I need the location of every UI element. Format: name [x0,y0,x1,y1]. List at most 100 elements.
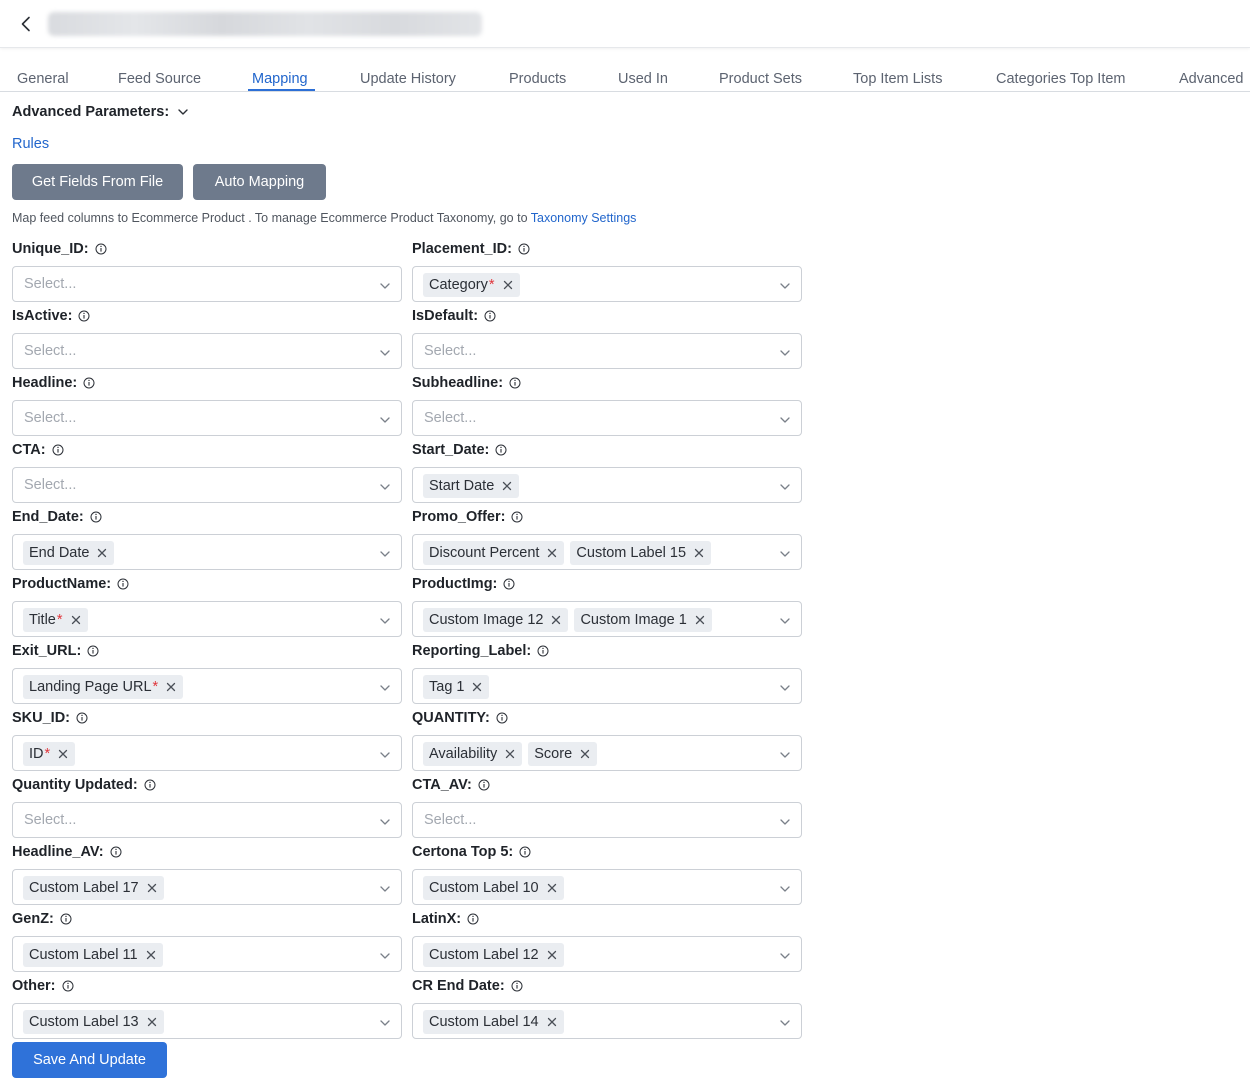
info-circle-icon[interactable] [60,913,72,925]
close-icon[interactable] [579,748,591,760]
promo-offer-select[interactable]: Discount Percent Custom Label 15 [412,534,802,570]
chevron-down-icon[interactable] [779,413,791,425]
info-circle-icon[interactable] [83,377,95,389]
reporting-label-select[interactable]: Tag 1 [412,668,802,704]
close-icon[interactable] [96,547,108,559]
close-icon[interactable] [502,279,514,291]
info-circle-icon[interactable] [117,578,129,590]
rules-link[interactable]: Rules [12,136,49,152]
chevron-down-icon[interactable] [379,949,391,961]
info-circle-icon[interactable] [509,377,521,389]
subheadline-select[interactable]: Select... [412,400,802,436]
chevron-down-icon[interactable] [379,614,391,626]
tab-categories-top-item[interactable]: Categories Top Item [996,71,1126,87]
cta-av-select[interactable]: Select... [412,802,802,838]
chevron-down-icon[interactable] [779,1016,791,1028]
productimg-select[interactable]: Custom Image 12 Custom Image 1 [412,601,802,637]
close-icon[interactable] [546,882,558,894]
close-icon[interactable] [501,480,513,492]
close-icon[interactable] [504,748,516,760]
tab-advanced[interactable]: Advanced [1179,71,1244,87]
chevron-down-icon[interactable] [379,279,391,291]
info-circle-icon[interactable] [496,712,508,724]
headline-select[interactable]: Select... [12,400,402,436]
close-icon[interactable] [693,547,705,559]
tab-feed-source[interactable]: Feed Source [118,71,201,87]
latinx-select[interactable]: Custom Label 12 [412,936,802,972]
tab-used-in[interactable]: Used In [618,71,668,87]
quantity-updated-select[interactable]: Select... [12,802,402,838]
chevron-down-icon[interactable] [779,681,791,693]
chevron-down-icon[interactable] [379,681,391,693]
close-icon[interactable] [57,748,69,760]
close-icon[interactable] [546,547,558,559]
info-circle-icon[interactable] [484,310,496,322]
info-circle-icon[interactable] [518,243,530,255]
chevron-down-icon[interactable] [379,413,391,425]
close-icon[interactable] [546,949,558,961]
chevron-down-icon[interactable] [779,614,791,626]
advanced-parameters-toggle[interactable]: Advanced Parameters: [12,104,189,120]
close-icon[interactable] [550,614,562,626]
info-circle-icon[interactable] [511,980,523,992]
info-circle-icon[interactable] [144,779,156,791]
tab-mapping[interactable]: Mapping [252,71,308,87]
close-icon[interactable] [146,882,158,894]
back-button[interactable] [14,12,38,36]
close-icon[interactable] [165,681,177,693]
chevron-down-icon[interactable] [379,1016,391,1028]
info-circle-icon[interactable] [90,511,102,523]
tab-update-history[interactable]: Update History [360,71,456,87]
info-circle-icon[interactable] [76,712,88,724]
isdefault-select[interactable]: Select... [412,333,802,369]
end-date-select[interactable]: End Date [12,534,402,570]
chevron-down-icon[interactable] [379,480,391,492]
info-circle-icon[interactable] [519,846,531,858]
certona-top-5-select[interactable]: Custom Label 10 [412,869,802,905]
close-icon[interactable] [546,1016,558,1028]
headline-av-select[interactable]: Custom Label 17 [12,869,402,905]
chevron-down-icon[interactable] [779,815,791,827]
chevron-down-icon[interactable] [779,748,791,760]
sku-id-select[interactable]: ID * [12,735,402,771]
info-circle-icon[interactable] [537,645,549,657]
info-circle-icon[interactable] [110,846,122,858]
chevron-down-icon[interactable] [379,882,391,894]
close-icon[interactable] [145,949,157,961]
cr-end-date-select[interactable]: Custom Label 14 [412,1003,802,1039]
quantity-select[interactable]: Availability Score [412,735,802,771]
start-date-select[interactable]: Start Date [412,467,802,503]
info-circle-icon[interactable] [503,578,515,590]
tab-product-sets[interactable]: Product Sets [719,71,802,87]
chevron-down-icon[interactable] [379,748,391,760]
info-circle-icon[interactable] [511,511,523,523]
close-icon[interactable] [146,1016,158,1028]
info-circle-icon[interactable] [495,444,507,456]
isactive-select[interactable]: Select... [12,333,402,369]
chevron-down-icon[interactable] [379,346,391,358]
genz-select[interactable]: Custom Label 11 [12,936,402,972]
close-icon[interactable] [70,614,82,626]
info-circle-icon[interactable] [478,779,490,791]
chevron-down-icon[interactable] [379,815,391,827]
info-circle-icon[interactable] [87,645,99,657]
chevron-down-icon[interactable] [779,480,791,492]
exit-url-select[interactable]: Landing Page URL * [12,668,402,704]
info-circle-icon[interactable] [52,444,64,456]
info-circle-icon[interactable] [467,913,479,925]
cta-select[interactable]: Select... [12,467,402,503]
productname-select[interactable]: Title * [12,601,402,637]
tab-products[interactable]: Products [509,71,566,87]
info-circle-icon[interactable] [78,310,90,322]
chevron-down-icon[interactable] [779,547,791,559]
info-circle-icon[interactable] [95,243,107,255]
other-select[interactable]: Custom Label 13 [12,1003,402,1039]
close-icon[interactable] [694,614,706,626]
chevron-down-icon[interactable] [779,882,791,894]
unique-id-select[interactable]: Select... [12,266,402,302]
chevron-down-icon[interactable] [779,279,791,291]
info-circle-icon[interactable] [62,980,74,992]
taxonomy-settings-link[interactable]: Taxonomy Settings [531,211,637,225]
chevron-down-icon[interactable] [779,346,791,358]
placement-id-select[interactable]: Category * [412,266,802,302]
